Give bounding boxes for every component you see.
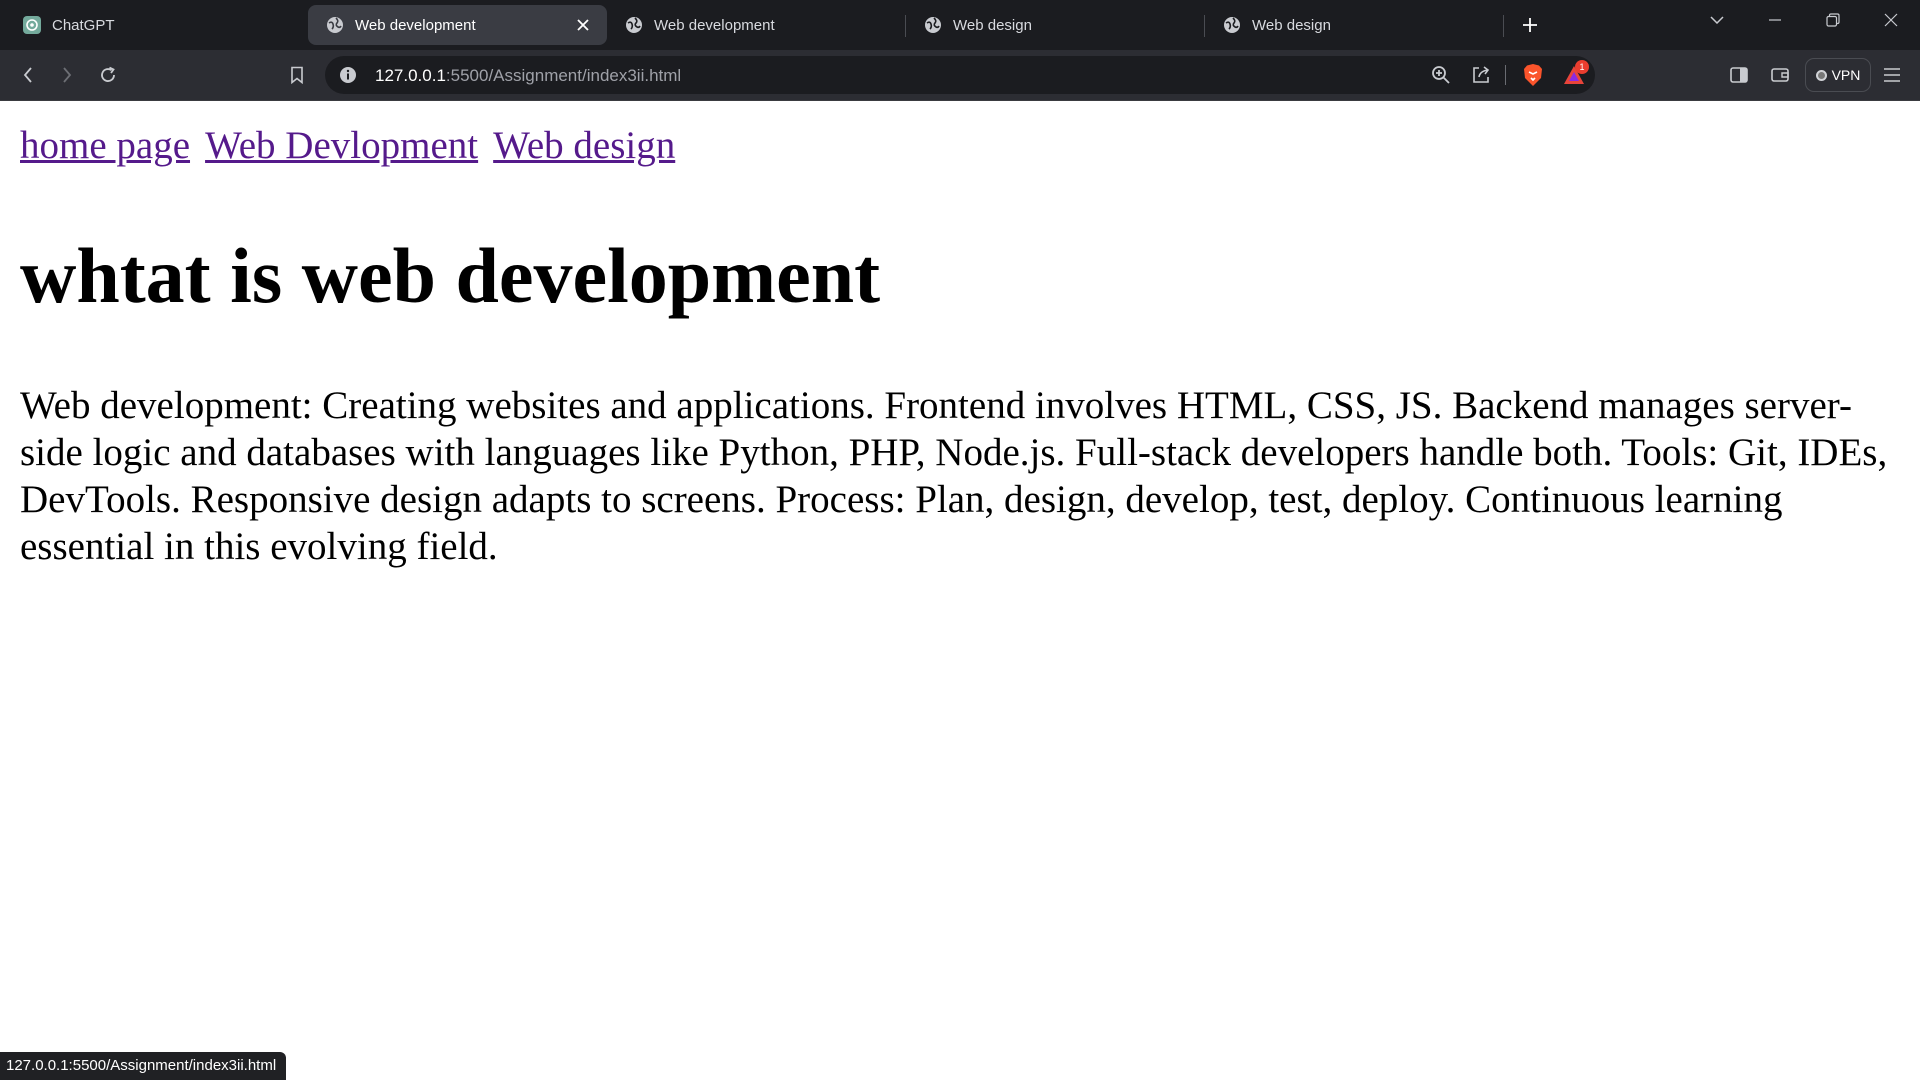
address-bar[interactable]: 127.0.0.1:5500/Assignment/index3ii.html	[325, 56, 1595, 94]
browser-toolbar: 127.0.0.1:5500/Assignment/index3ii.html	[0, 50, 1920, 101]
tab-chatgpt[interactable]: ChatGPT	[5, 5, 304, 45]
wallet-icon	[1771, 68, 1789, 82]
restore-icon	[1826, 13, 1840, 27]
forward-arrow-icon	[63, 67, 72, 83]
close-tab-button[interactable]	[573, 15, 593, 35]
url-host: 127.0.0.1	[375, 66, 446, 85]
reload-button[interactable]	[91, 58, 125, 92]
minimize-button[interactable]	[1746, 0, 1804, 40]
tab-title: Web development	[355, 16, 476, 34]
forward-button[interactable]	[50, 58, 84, 92]
nav-link-home-page[interactable]: home page	[20, 124, 190, 167]
tab-web-development-active[interactable]: Web development	[308, 5, 607, 45]
sidebar-button[interactable]	[1722, 58, 1756, 92]
zoom-in-icon	[1432, 66, 1450, 84]
hamburger-menu-icon	[1884, 68, 1900, 82]
page-heading: whtat is web development	[20, 232, 881, 319]
vpn-label: VPN	[1831, 67, 1861, 83]
new-tab-button[interactable]	[1512, 7, 1548, 43]
link-status-bubble: 127.0.0.1:5500/Assignment/index3ii.html	[0, 1052, 287, 1080]
url-text: 127.0.0.1:5500/Assignment/index3ii.html	[375, 66, 681, 86]
share-icon	[1473, 66, 1490, 83]
tab-title: Web design	[953, 16, 1032, 34]
sidebar-icon	[1730, 67, 1748, 83]
back-arrow-icon	[23, 67, 32, 83]
bookmark-button[interactable]	[280, 58, 314, 92]
globe-icon	[626, 17, 642, 33]
bookmark-icon	[291, 66, 303, 84]
page-paragraph: Web development: Creating websites and a…	[20, 384, 1888, 568]
site-info-button[interactable]	[335, 62, 361, 88]
close-icon	[1884, 13, 1898, 27]
tab-web-design[interactable]: Web design	[906, 5, 1205, 45]
vpn-status-icon	[1815, 69, 1827, 81]
close-icon	[577, 19, 589, 31]
vpn-button[interactable]: VPN	[1805, 58, 1871, 92]
nav-link-web-design[interactable]: Web design	[493, 124, 675, 167]
address-bar-divider	[1505, 65, 1506, 85]
globe-icon	[925, 17, 941, 33]
share-button[interactable]	[1468, 62, 1494, 88]
chevron-down-icon	[1710, 16, 1724, 24]
brave-lion-icon	[1524, 64, 1542, 86]
reload-icon	[101, 66, 115, 82]
close-window-button[interactable]	[1862, 0, 1920, 40]
tab-title: Web design	[1252, 16, 1331, 34]
tab-title: ChatGPT	[52, 16, 115, 34]
wallet-button[interactable]	[1763, 58, 1797, 92]
zoom-button[interactable]	[1428, 62, 1454, 88]
minimize-icon	[1769, 19, 1781, 21]
url-path: :5500/Assignment/index3ii.html	[445, 66, 682, 85]
chatgpt-icon	[23, 16, 41, 34]
tab-title: Web development	[654, 16, 775, 34]
window-controls	[1688, 0, 1920, 40]
notification-badge: 1	[1575, 60, 1589, 74]
page-viewport: home page Web Devlopment Web design whta…	[0, 102, 1920, 1080]
info-icon	[340, 67, 356, 83]
back-button[interactable]	[11, 58, 45, 92]
tab-web-design-2[interactable]: Web design	[1205, 5, 1504, 45]
plus-icon	[1523, 18, 1537, 32]
tab-strip: ChatGPT Web development Web development …	[0, 0, 1920, 50]
restore-button[interactable]	[1804, 0, 1862, 40]
globe-icon	[1224, 17, 1240, 33]
tab-search-button[interactable]	[1688, 0, 1746, 40]
brave-shields-button[interactable]	[1520, 62, 1546, 88]
page-nav: home page Web Devlopment Web design	[20, 122, 1900, 170]
main-menu-button[interactable]	[1875, 58, 1909, 92]
tab-web-development[interactable]: Web development	[607, 5, 906, 45]
nav-link-web-development[interactable]: Web Devlopment	[205, 124, 478, 167]
globe-icon	[327, 17, 343, 33]
tab-separator	[1503, 15, 1504, 37]
